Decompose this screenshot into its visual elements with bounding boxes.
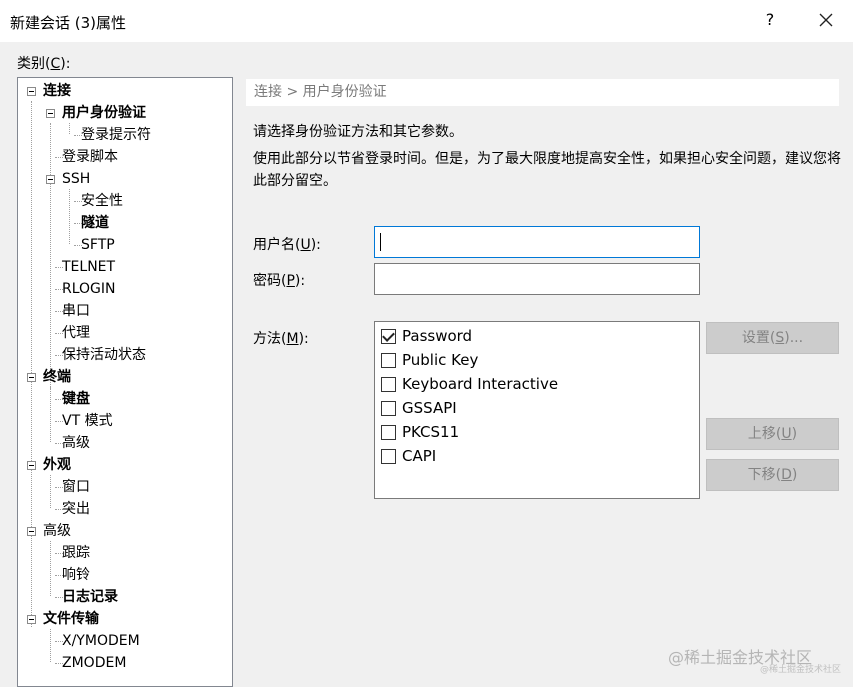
description-primary: 请选择身份验证方法和其它参数。 <box>253 124 463 140</box>
category-tree[interactable]: 连接 用户身份验证 登录提示符 登录脚本 SSH 安全性 隧道 SFTP TEL… <box>17 77 233 687</box>
auth-method-list[interactable]: Password Public Key Keyboard Interactive… <box>374 321 700 499</box>
checkbox[interactable] <box>381 449 396 464</box>
breadcrumb: 连接 > 用户身份验证 <box>246 79 839 106</box>
tree-item-login-script[interactable]: 登录脚本 <box>62 147 118 167</box>
tree-item-terminal-advanced[interactable]: 高级 <box>62 433 90 453</box>
password-input[interactable] <box>374 263 700 295</box>
tree-item-telnet[interactable]: TELNET <box>62 257 115 277</box>
checkbox[interactable] <box>381 401 396 416</box>
tree-item-auth[interactable]: 用户身份验证 <box>62 103 146 123</box>
move-down-button[interactable]: 下移(D) <box>706 459 839 491</box>
collapse-icon[interactable] <box>46 175 55 184</box>
text-caret <box>380 233 381 251</box>
tree-item-login-prompt[interactable]: 登录提示符 <box>81 125 151 145</box>
close-icon[interactable] <box>814 8 838 32</box>
tree-item-appearance[interactable]: 外观 <box>43 455 71 475</box>
collapse-icon[interactable] <box>46 109 55 118</box>
collapse-icon[interactable] <box>27 527 36 536</box>
tree-item-xymodem[interactable]: X/YMODEM <box>62 631 140 651</box>
checkbox[interactable] <box>381 353 396 368</box>
tree-item-security[interactable]: 安全性 <box>81 191 123 211</box>
tree-item-terminal[interactable]: 终端 <box>43 367 71 387</box>
tree-item-rlogin[interactable]: RLOGIN <box>62 279 116 299</box>
tree-item-file-transfer[interactable]: 文件传输 <box>43 609 99 629</box>
tree-item-bell[interactable]: 响铃 <box>62 565 90 585</box>
checkbox-checked[interactable] <box>381 329 396 344</box>
help-button[interactable]: ? <box>762 10 778 29</box>
tree-item-highlight[interactable]: 突出 <box>62 499 90 519</box>
tree-item-window[interactable]: 窗口 <box>62 477 90 497</box>
tree-item-keepalive[interactable]: 保持活动状态 <box>62 345 146 365</box>
password-label: 密码(P): <box>253 273 306 289</box>
collapse-icon[interactable] <box>27 87 36 96</box>
tree-item-zmodem[interactable]: ZMODEM <box>62 653 126 673</box>
move-up-button[interactable]: 上移(U) <box>706 418 839 450</box>
tree-item-advanced[interactable]: 高级 <box>43 521 71 541</box>
checkbox[interactable] <box>381 377 396 392</box>
settings-button[interactable]: 设置(S)... <box>706 322 839 354</box>
tree-item-ssh[interactable]: SSH <box>62 169 90 189</box>
category-label: 类别(C): <box>17 56 71 72</box>
tree-item-tunnel[interactable]: 隧道 <box>81 213 109 233</box>
username-input[interactable] <box>374 226 700 258</box>
check-icon <box>382 329 395 342</box>
tree-item-serial[interactable]: 串口 <box>62 301 90 321</box>
description-secondary: 使用此部分以节省登录时间。但是，为了最大限度地提高安全性，如果担心安全问题，建议… <box>253 151 841 189</box>
tree-item-logging[interactable]: 日志记录 <box>62 587 118 607</box>
method-label: 方法(M): <box>253 331 309 347</box>
title-bar: 新建会话 (3)属性 ? <box>0 0 853 42</box>
window-title: 新建会话 (3)属性 <box>10 14 127 32</box>
collapse-icon[interactable] <box>27 615 36 624</box>
username-label: 用户名(U): <box>253 237 321 253</box>
tree-item-trace[interactable]: 跟踪 <box>62 543 90 563</box>
collapse-icon[interactable] <box>27 461 36 470</box>
watermark-small: @稀土掘金技术社区 <box>760 665 842 675</box>
tree-item-proxy[interactable]: 代理 <box>62 323 90 343</box>
tree-item-connection[interactable]: 连接 <box>43 81 71 101</box>
tree-item-sftp[interactable]: SFTP <box>81 235 115 255</box>
tree-item-vt-mode[interactable]: VT 模式 <box>62 411 113 431</box>
checkbox[interactable] <box>381 425 396 440</box>
collapse-icon[interactable] <box>27 373 36 382</box>
tree-item-keyboard[interactable]: 键盘 <box>62 389 90 409</box>
